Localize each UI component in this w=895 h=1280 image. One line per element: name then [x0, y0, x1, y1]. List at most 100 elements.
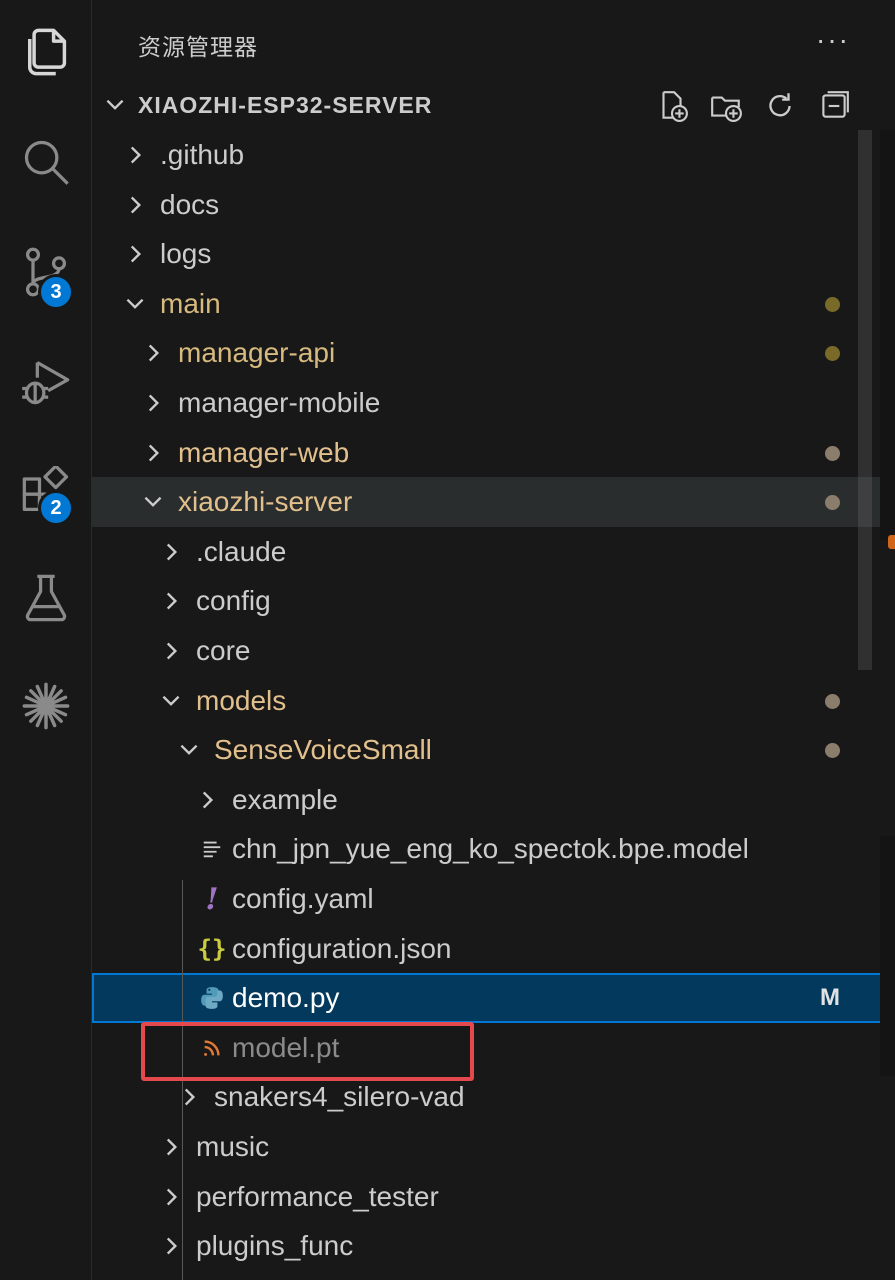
tree-item-label: docs — [160, 188, 220, 220]
tree-item-label: music — [196, 1131, 270, 1162]
chevron-right-icon[interactable] — [158, 588, 184, 614]
section-actions — [652, 86, 854, 126]
explorer-sidebar: 资源管理器 ··· XIAOZHI-ESP32-SERVER .github d… — [92, 0, 895, 1280]
tree-item-label: performance_tester — [196, 1180, 439, 1212]
tree-file-row[interactable]: demo.py M — [92, 973, 895, 1024]
tree-item-label: .claude — [196, 535, 287, 567]
tree-folder-row[interactable]: .claude — [92, 527, 895, 577]
tree-item-label: main — [160, 287, 221, 319]
tree-item-label: xiaozhi-server — [178, 486, 353, 518]
tree-file-row[interactable]: ! config.yaml — [92, 874, 895, 924]
tree-item-label: demo.py — [232, 982, 340, 1014]
new-folder-icon — [711, 96, 742, 122]
highlight-annotation-box — [141, 1022, 474, 1081]
tree-folder-row[interactable]: logs — [92, 229, 895, 279]
tree-folder-row[interactable]: models — [92, 676, 895, 726]
chevron-down-icon[interactable] — [158, 688, 184, 714]
tree-folder-row[interactable]: main — [92, 279, 895, 329]
tree-file-row[interactable]: chn_jpn_yue_eng_ko_spectok.bpe.model — [92, 824, 895, 874]
chevron-right-icon[interactable] — [122, 142, 148, 168]
claude-button[interactable] — [0, 656, 92, 756]
chevron-down-icon[interactable] — [140, 489, 166, 515]
chevron-right-icon[interactable] — [140, 340, 166, 366]
modified-dot — [825, 346, 840, 362]
editor-edge-marker — [888, 535, 895, 549]
tree-item-label: .github — [160, 139, 245, 170]
run-debug-icon — [22, 361, 70, 405]
search-button[interactable] — [0, 112, 92, 212]
extensions-button[interactable]: 2 — [0, 442, 92, 542]
more-actions-button[interactable]: ··· — [816, 24, 850, 56]
new-file-icon — [662, 91, 688, 122]
sidebar-title: 资源管理器 — [138, 34, 258, 60]
modified-dot — [825, 445, 840, 461]
python-icon — [198, 984, 226, 1012]
chevron-down-icon[interactable] — [122, 291, 148, 317]
chevron-right-icon[interactable] — [158, 539, 184, 565]
chevron-down-icon — [106, 99, 124, 110]
tree-item-label: manager-web — [178, 436, 350, 468]
activity-bar: 3 2 — [0, 0, 92, 1280]
collapse-all-button[interactable] — [814, 86, 854, 126]
scrollbar[interactable] — [858, 130, 872, 670]
chevron-right-icon[interactable] — [140, 390, 166, 416]
tree-item-label: manager-mobile — [178, 387, 381, 418]
chevron-right-icon[interactable] — [122, 241, 148, 267]
tree-folder-row[interactable]: docs — [92, 180, 895, 230]
new-file-button[interactable] — [652, 86, 692, 126]
tree-folder-row[interactable]: manager-api — [92, 328, 895, 378]
tree-item-label: core — [196, 635, 251, 666]
tree-item-label: snakers4_silero-vad — [214, 1081, 465, 1113]
lines-icon — [198, 835, 226, 863]
tree-item-label: SenseVoiceSmall — [214, 734, 432, 766]
tree-folder-row[interactable]: manager-mobile — [92, 378, 895, 428]
tree-folder-row[interactable]: .github — [92, 130, 895, 180]
chevron-right-icon[interactable] — [158, 1184, 184, 1210]
editor-edge — [880, 836, 895, 1076]
collapse-all-icon — [822, 91, 849, 118]
tree-folder-row[interactable]: manager-web — [92, 428, 895, 478]
workspace-title: XIAOZHI-ESP32-SERVER — [138, 92, 433, 118]
chevron-right-icon[interactable] — [140, 440, 166, 466]
explorer-icon — [28, 28, 67, 76]
sidebar-header: 资源管理器 ··· — [92, 0, 895, 80]
tree-item-label: config — [196, 585, 271, 617]
modified-dot — [825, 495, 840, 511]
tree-folder-row[interactable]: music — [92, 1122, 895, 1172]
modified-dot — [825, 296, 840, 312]
tree-folder-row[interactable]: performance_tester — [92, 1172, 895, 1222]
modified-dot — [825, 693, 840, 709]
tree-item-label: chn_jpn_yue_eng_ko_spectok.bpe.model — [232, 833, 749, 865]
tree-folder-row[interactable]: config — [92, 576, 895, 626]
chevron-right-icon[interactable] — [122, 192, 148, 218]
chevron-right-icon[interactable] — [194, 787, 220, 813]
chevron-right-icon[interactable] — [158, 1233, 184, 1259]
explorer-button[interactable] — [0, 2, 92, 102]
tree-item-label: models — [196, 684, 287, 716]
tree-item-label: plugins_func — [196, 1230, 354, 1262]
chevron-down-icon[interactable] — [176, 737, 202, 763]
tree-folder-row[interactable]: SenseVoiceSmall — [92, 725, 895, 775]
tree-item-label: manager-api — [178, 337, 336, 369]
refresh-button[interactable] — [760, 86, 800, 126]
tree-item-label: config.yaml — [232, 883, 374, 914]
run-debug-button[interactable] — [0, 332, 92, 432]
editor-edge — [880, 130, 895, 540]
chevron-right-icon[interactable] — [158, 638, 184, 664]
testing-icon — [25, 574, 67, 622]
tree-folder-row[interactable]: plugins_func — [92, 1221, 895, 1271]
git-status-badge: M — [820, 984, 840, 1012]
exclamation-icon: ! — [205, 881, 219, 917]
testing-button[interactable] — [0, 548, 92, 648]
tree-folder-row[interactable]: core — [92, 626, 895, 676]
extensions-badge: 2 — [38, 490, 74, 526]
chevron-right-icon[interactable] — [176, 1084, 202, 1110]
source-control-badge: 3 — [38, 274, 74, 310]
tree-folder-row[interactable]: example — [92, 775, 895, 825]
chevron-right-icon[interactable] — [158, 1134, 184, 1160]
tree-folder-row[interactable]: xiaozhi-server — [92, 477, 895, 528]
workspace-section-header[interactable]: XIAOZHI-ESP32-SERVER — [92, 80, 895, 130]
new-folder-button[interactable] — [706, 86, 746, 126]
tree-file-row[interactable]: {} configuration.json — [92, 924, 895, 974]
source-control-button[interactable]: 3 — [0, 222, 92, 322]
